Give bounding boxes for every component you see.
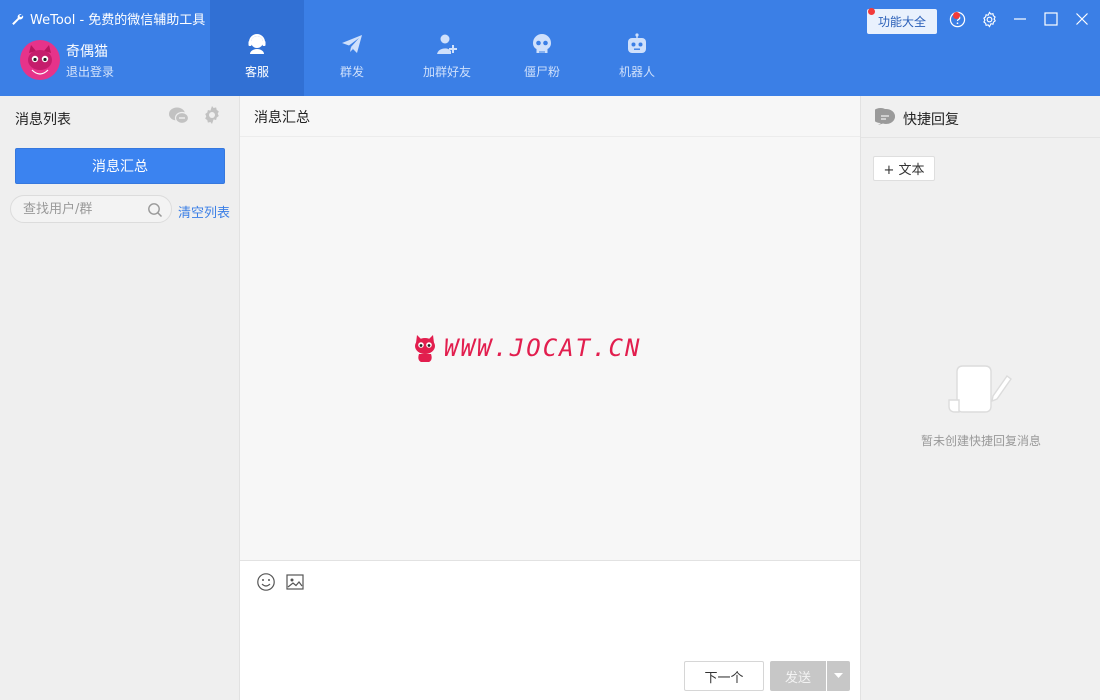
paper-plane-icon — [342, 35, 362, 53]
quick-reply-title: 快捷回复 — [903, 112, 959, 128]
search-input[interactable] — [23, 200, 141, 218]
tab-label: 群发 — [339, 65, 364, 79]
app-title: WeTool - 免费的微信辅助工具 — [10, 9, 205, 28]
message-list-panel: 消息列表 消息汇总 清空列表 — [0, 96, 240, 700]
username: 奇偶猫 — [66, 44, 108, 60]
tab-label: 客服 — [244, 65, 269, 79]
empty-note-icon — [948, 365, 1012, 413]
add-friend-icon — [437, 34, 457, 54]
avatar[interactable] — [20, 40, 60, 80]
tab-zombie-fans[interactable]: 僵尸粉 — [495, 0, 589, 96]
sidebar-title: 消息列表 — [15, 112, 71, 128]
features-button[interactable]: 功能大全 — [867, 9, 937, 34]
skull-icon — [533, 34, 551, 53]
search-icon[interactable] — [147, 202, 163, 218]
cat-logo-icon — [415, 335, 435, 362]
app-title-text: WeTool - 免费的微信辅助工具 — [30, 13, 206, 28]
minimize-icon[interactable] — [1011, 10, 1029, 28]
caret-down-icon — [834, 673, 843, 678]
message-summary-panel: 消息汇总 WWW.JOCAT.CN 下一个 发送 — [240, 96, 860, 700]
search-box — [10, 195, 172, 223]
chat-bubble-icon — [875, 108, 895, 125]
next-button[interactable]: 下一个 — [684, 661, 764, 691]
logout-link[interactable]: 退出登录 — [66, 63, 114, 80]
tab-label: 僵尸粉 — [523, 65, 560, 79]
notification-dot — [868, 8, 875, 15]
settings-gear-icon[interactable] — [202, 105, 224, 127]
message-input-area[interactable]: 下一个 发送 — [240, 560, 860, 700]
page-title: 消息汇总 — [254, 110, 310, 126]
close-icon[interactable] — [1073, 10, 1091, 28]
settings-gear-icon[interactable] — [980, 10, 998, 28]
send-button[interactable]: 发送 — [770, 661, 826, 691]
tab-customer-service[interactable]: 客服 — [210, 0, 304, 96]
wrench-icon — [12, 13, 24, 25]
maximize-icon[interactable] — [1042, 10, 1060, 28]
emoji-icon[interactable] — [256, 572, 276, 592]
customer-service-icon — [248, 34, 266, 54]
divider — [240, 136, 860, 137]
watermark: WWW.JOCAT.CN — [412, 333, 641, 363]
quick-reply-header: 快捷回复 — [861, 96, 1100, 138]
tab-label: 加群好友 — [422, 65, 471, 79]
title-bar: WeTool - 免费的微信辅助工具 奇偶猫 退出登录 客服 群发 加群好友 僵… — [0, 0, 1100, 96]
send-options-dropdown[interactable] — [827, 661, 850, 691]
image-icon[interactable] — [285, 572, 305, 592]
clear-list-link[interactable]: 清空列表 — [178, 202, 230, 221]
add-text-button[interactable]: + 文本 — [873, 156, 935, 181]
tab-label: 机器人 — [618, 65, 655, 79]
message-summary-button[interactable]: 消息汇总 — [15, 148, 225, 184]
help-notification-dot — [953, 12, 960, 19]
tab-mass-send[interactable]: 群发 — [305, 0, 399, 96]
watermark-text: WWW.JOCAT.CN — [444, 334, 642, 362]
tab-add-group-friends[interactable]: 加群好友 — [400, 0, 494, 96]
robot-icon — [628, 33, 646, 53]
quick-reply-panel: 快捷回复 + 文本 暂未创建快捷回复消息 — [860, 96, 1100, 700]
wechat-clear-icon[interactable] — [168, 105, 190, 127]
empty-state-text: 暂未创建快捷回复消息 — [920, 434, 1041, 448]
tab-robot[interactable]: 机器人 — [590, 0, 684, 96]
